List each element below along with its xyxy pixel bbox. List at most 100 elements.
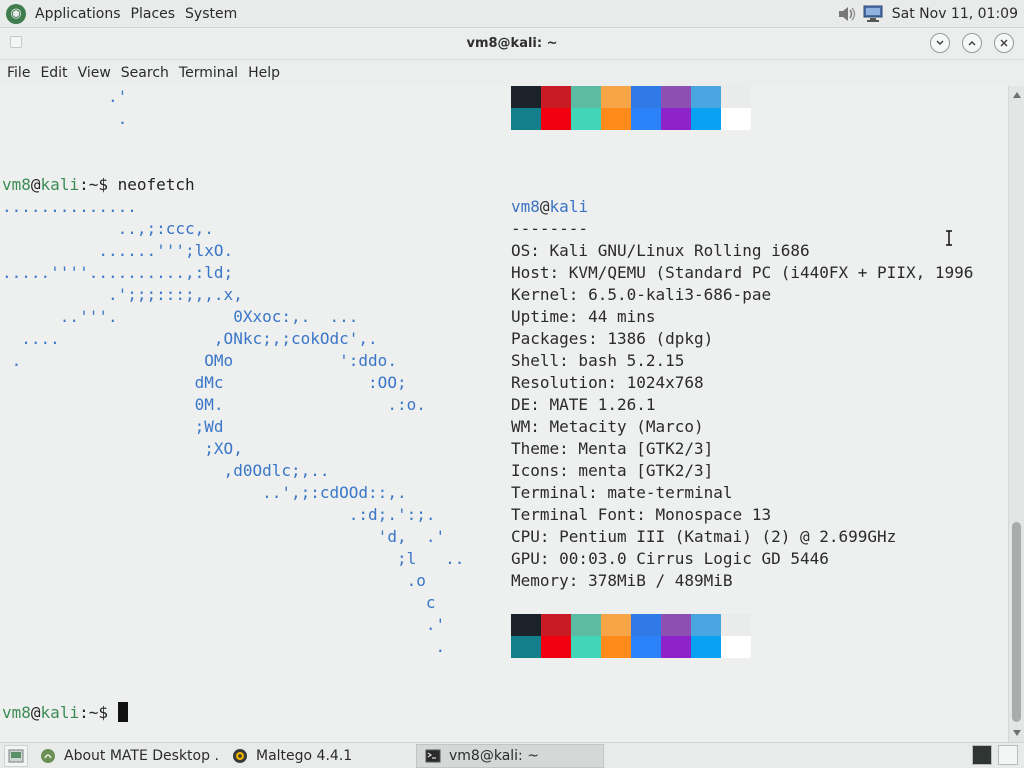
color-swatch bbox=[571, 614, 601, 636]
window-menu-button[interactable] bbox=[10, 36, 22, 48]
volume-icon[interactable] bbox=[836, 3, 858, 25]
close-icon bbox=[1000, 39, 1008, 47]
ascii-logo-line: ;Wd bbox=[2, 417, 224, 436]
menu-help[interactable]: Help bbox=[243, 65, 285, 81]
color-swatch bbox=[661, 636, 691, 658]
color-swatch bbox=[631, 86, 661, 108]
show-desktop-button[interactable] bbox=[4, 744, 28, 767]
color-swatch bbox=[541, 614, 571, 636]
minimize-button[interactable] bbox=[930, 33, 950, 53]
info-host: kali bbox=[549, 197, 589, 216]
color-swatch bbox=[631, 614, 661, 636]
prompt-host: kali bbox=[40, 703, 80, 722]
task-label: About MATE Desktop ... bbox=[64, 747, 220, 764]
info-separator: -------- bbox=[511, 219, 589, 238]
scroll-up-icon[interactable] bbox=[1013, 92, 1021, 98]
maltego-icon bbox=[233, 748, 247, 763]
mate-about-icon bbox=[41, 748, 55, 763]
menu-edit[interactable]: Edit bbox=[35, 65, 72, 81]
system-info-line: CPU: Pentium III (Katmai) (2) @ 2.699GHz bbox=[511, 527, 897, 546]
previous-ascii-line: .' bbox=[2, 87, 128, 106]
system-info-line: Shell: bash 5.2.15 bbox=[511, 351, 685, 370]
ascii-logo-line: ..',;:cdOOd::,. bbox=[2, 483, 407, 502]
ascii-logo-line: . OMo ':ddo. bbox=[2, 351, 397, 370]
color-swatch bbox=[571, 108, 601, 130]
ascii-logo-line: .... ,ONkc;,;cokOdc',. bbox=[2, 329, 378, 348]
color-swatch bbox=[601, 86, 631, 108]
ascii-logo-line: 'd, .' bbox=[2, 527, 446, 546]
color-swatch bbox=[691, 86, 721, 108]
ascii-logo-line: .:d;.':;. bbox=[2, 505, 436, 524]
system-menu[interactable]: System bbox=[180, 6, 242, 22]
color-swatch bbox=[541, 108, 571, 130]
color-swatch bbox=[541, 636, 571, 658]
color-swatch bbox=[661, 108, 691, 130]
terminal-menubar: File Edit View Search Terminal Help bbox=[0, 60, 1024, 86]
ascii-logo-line: .....''''..........,:ld; bbox=[2, 263, 234, 282]
color-swatch bbox=[721, 614, 751, 636]
system-info-line: Resolution: 1024x768 bbox=[511, 373, 704, 392]
prompt-host: kali bbox=[40, 175, 80, 194]
close-button[interactable] bbox=[994, 33, 1014, 53]
ascii-logo-line: .' bbox=[2, 615, 446, 634]
color-swatch bbox=[721, 108, 751, 130]
system-info-line: GPU: 00:03.0 Cirrus Logic GD 5446 bbox=[511, 549, 829, 568]
task-about-mate[interactable]: About MATE Desktop ... bbox=[32, 744, 220, 768]
network-icon[interactable] bbox=[862, 3, 884, 25]
ascii-logo-line: ,d0Odlc;,.. bbox=[2, 461, 330, 480]
system-info-line: Uptime: 44 mins bbox=[511, 307, 656, 326]
task-label: vm8@kali: ~ bbox=[449, 747, 539, 764]
ascii-logo-line: ..'''. 0Xxoc:,. ... bbox=[2, 307, 359, 326]
menu-view[interactable]: View bbox=[73, 65, 116, 81]
color-swatch bbox=[511, 614, 541, 636]
menu-file[interactable]: File bbox=[2, 65, 35, 81]
bottom-taskbar: About MATE Desktop ... Maltego 4.4.1 vm8… bbox=[0, 742, 1024, 768]
prompt-user: vm8 bbox=[2, 703, 31, 722]
terminal-area[interactable]: .' . vm8@kali:~$ neofetch ..............… bbox=[0, 86, 1008, 742]
terminal-scrollbar[interactable] bbox=[1008, 86, 1024, 742]
color-swatch bbox=[601, 614, 631, 636]
color-swatch bbox=[541, 86, 571, 108]
color-swatch bbox=[721, 636, 751, 658]
kali-menu-icon[interactable]: ◉ bbox=[6, 3, 26, 24]
scrollbar-thumb[interactable] bbox=[1012, 522, 1021, 722]
system-info-line: Terminal: mate-terminal bbox=[511, 483, 733, 502]
system-info-line: Kernel: 6.5.0-kali3-686-pae bbox=[511, 285, 772, 304]
system-info-line: Host: KVM/QEMU (Standard PC (i440FX + PI… bbox=[511, 263, 974, 282]
prompt-at: @ bbox=[30, 703, 41, 722]
ascii-logo-line: . bbox=[2, 637, 446, 656]
color-swatch bbox=[661, 614, 691, 636]
current-prompt[interactable]: vm8@kali:~$ bbox=[2, 702, 128, 724]
maximize-button[interactable] bbox=[962, 33, 982, 53]
system-info-line: Icons: menta [GTK2/3] bbox=[511, 461, 714, 480]
prompt-at: @ bbox=[30, 175, 41, 194]
color-swatch bbox=[721, 86, 751, 108]
task-maltego[interactable]: Maltego 4.4.1 bbox=[224, 744, 412, 768]
menu-search[interactable]: Search bbox=[116, 65, 174, 81]
ibeam-cursor-icon bbox=[946, 230, 952, 246]
color-swatch bbox=[511, 636, 541, 658]
task-terminal[interactable]: vm8@kali: ~ bbox=[416, 743, 604, 768]
ascii-logo-line: dMc :OO; bbox=[2, 373, 407, 392]
places-menu[interactable]: Places bbox=[126, 6, 181, 22]
ascii-logo-line: ......''';lxO. bbox=[2, 241, 234, 260]
system-info-line: Packages: 1386 (dpkg) bbox=[511, 329, 714, 348]
panel-clock[interactable]: Sat Nov 11, 01:09 bbox=[892, 6, 1018, 22]
command-line: vm8@kali:~$ neofetch bbox=[2, 174, 195, 196]
menu-terminal[interactable]: Terminal bbox=[174, 65, 243, 81]
system-info-line: DE: MATE 1.26.1 bbox=[511, 395, 656, 414]
color-swatch bbox=[601, 108, 631, 130]
system-info-line: WM: Metacity (Marco) bbox=[511, 417, 704, 436]
system-info-line: OS: Kali GNU/Linux Rolling i686 bbox=[511, 241, 810, 260]
ascii-logo-line: 0M. .:o. bbox=[2, 395, 426, 414]
ascii-logo-line: .o bbox=[2, 571, 426, 590]
scroll-down-icon[interactable] bbox=[1013, 730, 1021, 736]
workspace-switcher-2[interactable] bbox=[998, 745, 1018, 765]
window-titlebar[interactable]: vm8@kali: ~ bbox=[0, 28, 1024, 60]
system-info-line: Memory: 378MiB / 489MiB bbox=[511, 571, 733, 590]
ascii-logo-line: c bbox=[2, 593, 436, 612]
chevron-up-icon bbox=[968, 40, 976, 46]
desktop-icon bbox=[8, 749, 24, 762]
workspace-switcher-1[interactable] bbox=[972, 745, 992, 765]
applications-menu[interactable]: Applications bbox=[30, 6, 126, 22]
